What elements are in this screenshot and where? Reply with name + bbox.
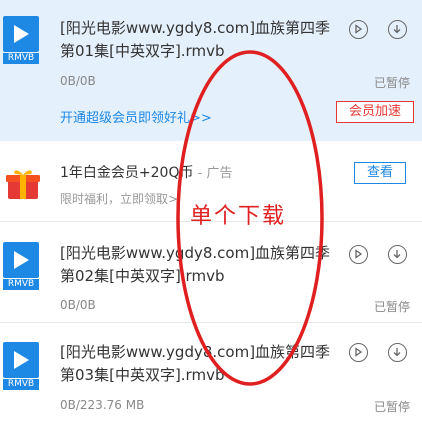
download-icon[interactable] bbox=[388, 343, 407, 362]
file-format-label: RMVB bbox=[3, 379, 39, 390]
vip-promo-link[interactable]: 开通超级会员即领好礼>> bbox=[60, 107, 212, 126]
play-icon[interactable] bbox=[349, 343, 368, 362]
rmvb-file-icon: RMVB bbox=[3, 342, 39, 390]
vip-accelerate-button[interactable]: 会员加速 bbox=[336, 101, 414, 123]
rmvb-file-icon: RMVB bbox=[3, 16, 39, 64]
task-name-line1: [阳光电影www.ygdy8.com]血族第四季 bbox=[60, 343, 331, 361]
task-name-line2: 第01集[中英双字].rmvb bbox=[60, 42, 225, 60]
play-icon[interactable] bbox=[349, 20, 368, 39]
task-name-line1: [阳光电影www.ygdy8.com]血族第四季 bbox=[60, 244, 331, 262]
task-size: 0B/0B bbox=[60, 298, 96, 312]
task-name-line2: 第02集[中英双字].rmvb bbox=[60, 267, 225, 285]
task-status: 已暂停 bbox=[373, 76, 410, 90]
task-size: 0B/223.76 MB bbox=[60, 398, 145, 412]
task-size: 0B/0B bbox=[60, 74, 96, 88]
task-status: 已暂停 bbox=[373, 300, 410, 314]
download-task-1[interactable]: RMVB [阳光电影www.ygdy8.com]血族第四季 第01集[中英双字]… bbox=[0, 0, 422, 141]
annotation-text: 单个下载 bbox=[190, 204, 287, 229]
download-task-3[interactable]: RMVB [阳光电影www.ygdy8.com]血族第四季 第03集[中英双字]… bbox=[0, 323, 422, 431]
ad-title: 1年白金会员+20Q币 - 广告 bbox=[60, 165, 233, 181]
rmvb-file-icon: RMVB bbox=[3, 242, 39, 290]
ad-subtitle[interactable]: 限时福利，立即领取> bbox=[60, 190, 178, 207]
file-format-label: RMVB bbox=[3, 53, 39, 64]
task-status: 已暂停 bbox=[373, 400, 410, 414]
view-button[interactable]: 查看 bbox=[354, 162, 406, 184]
download-task-2[interactable]: RMVB [阳光电影www.ygdy8.com]血族第四季 第02集[中英双字]… bbox=[0, 222, 422, 318]
download-icon[interactable] bbox=[388, 20, 407, 39]
task-name-line2: 第03集[中英双字].rmvb bbox=[60, 366, 225, 384]
play-icon[interactable] bbox=[349, 245, 368, 264]
download-icon[interactable] bbox=[388, 245, 407, 264]
task-name-line1: [阳光电影www.ygdy8.com]血族第四季 bbox=[60, 19, 331, 37]
gift-icon bbox=[6, 170, 40, 199]
ad-tag: - 广告 bbox=[193, 166, 233, 181]
file-format-label: RMVB bbox=[3, 279, 39, 290]
